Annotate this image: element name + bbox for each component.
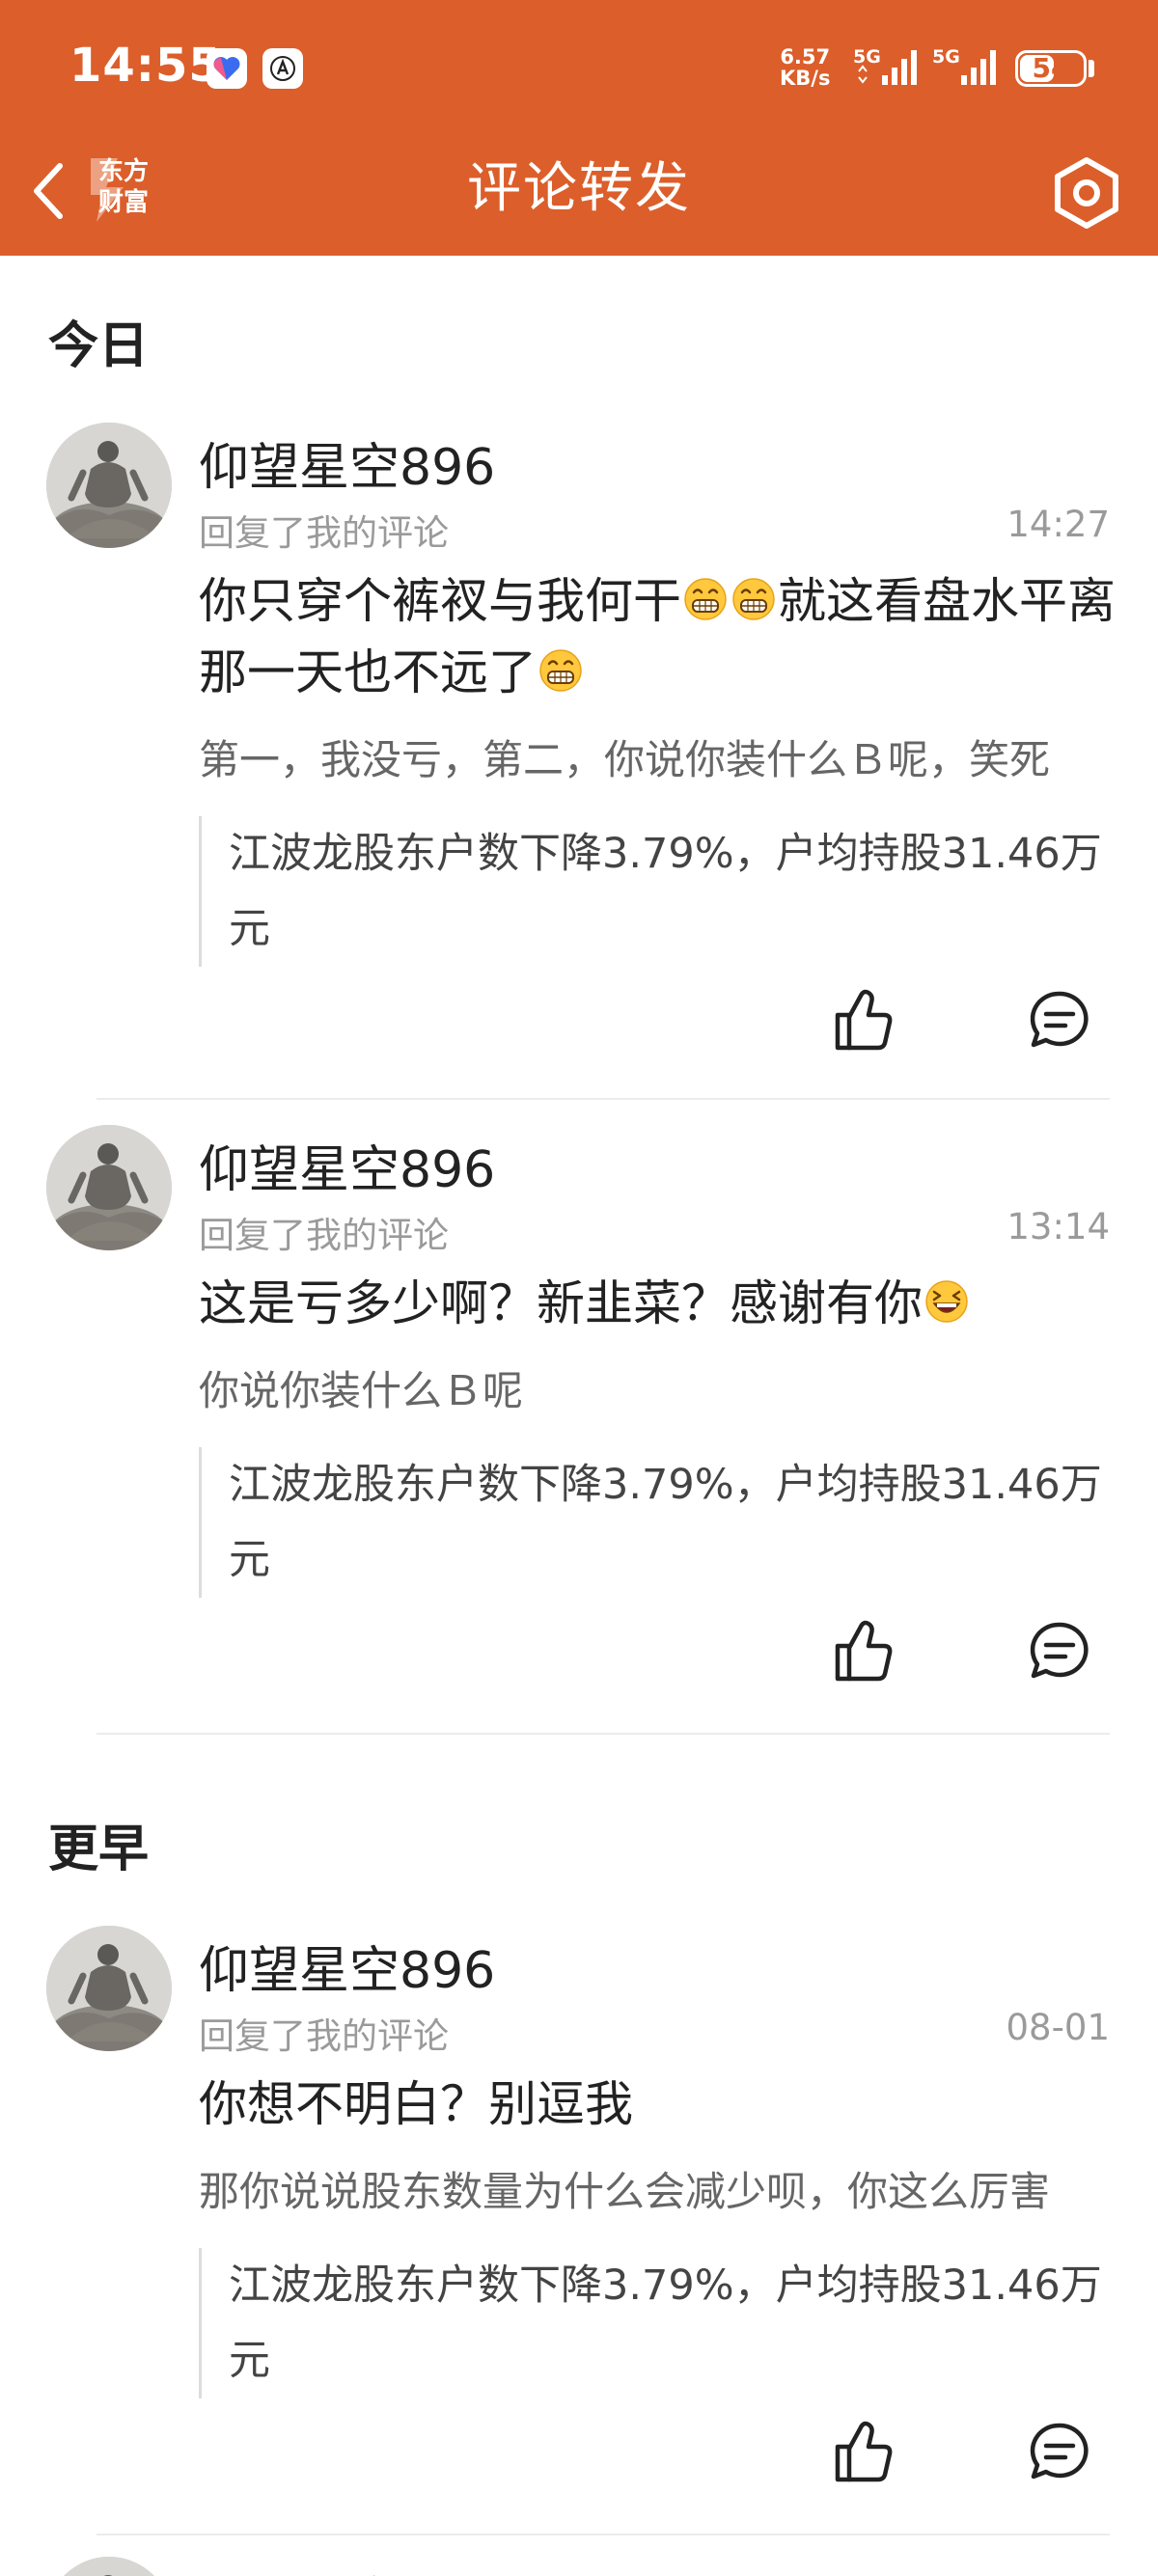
- signal-1-label: 5G: [853, 46, 881, 68]
- comment-icon: [1025, 986, 1094, 1055]
- battery-cap: [1089, 60, 1094, 77]
- reply-button[interactable]: [1025, 986, 1094, 1055]
- laughing-emoji-icon: [924, 1279, 969, 1324]
- battery-icon: 54: [1015, 50, 1087, 87]
- comment-card[interactable]: 仰望星空896 回复了我的评论 08-01 你想不明白？别逗我 那你说说股东数量…: [0, 1926, 1158, 2534]
- avatar[interactable]: [46, 2557, 172, 2576]
- grinning-emoji-icon: [683, 577, 728, 621]
- username[interactable]: 仰望星空896: [199, 1930, 495, 2002]
- signal-icon-1: 5G: [853, 46, 923, 93]
- network-speed: 6.57 KB/s: [780, 46, 830, 89]
- comment-card[interactable]: 仰望星空896: [0, 2557, 1158, 2576]
- username[interactable]: 仰望星空896: [199, 1129, 495, 1201]
- network-speed-value: 6.57: [780, 45, 831, 69]
- like-button[interactable]: [830, 2418, 899, 2487]
- my-comment[interactable]: 你说你装什么Ｂ呢: [199, 1358, 1110, 1417]
- status-bar: 14:55 6.57 KB/s 5G 5G 54: [0, 0, 1158, 135]
- page-title: 评论转发: [467, 157, 691, 220]
- comment-icon: [1025, 1617, 1094, 1686]
- brand-name-line1: 东方: [97, 157, 149, 186]
- signal-icon-2: 5G: [932, 46, 1002, 93]
- my-comment[interactable]: 那你说说股东数量为什么会减少呗，你这么厉害: [199, 2159, 1110, 2218]
- battery-level: 54: [1032, 52, 1070, 84]
- grinning-emoji-icon: [538, 648, 583, 693]
- app-header: 14:55 6.57 KB/s 5G 5G 54 东方 财富 评论转发: [0, 0, 1158, 256]
- comment-card[interactable]: 仰望星空896 回复了我的评论 14:27 你只穿个裤衩与我何干 就这看盘水平离那…: [0, 423, 1158, 1098]
- a-app-icon: [262, 48, 303, 89]
- heart-app-icon: [207, 48, 247, 89]
- quoted-article[interactable]: 江波龙股东户数下降3.79%，户均持股31.46万元: [199, 1447, 1110, 1598]
- like-button[interactable]: [830, 1617, 899, 1686]
- brand-name: 东方 财富: [93, 156, 154, 218]
- reply-text[interactable]: 你只穿个裤衩与我何干 就这看盘水平离那一天也不远了: [199, 565, 1116, 708]
- settings-button[interactable]: [1048, 154, 1125, 232]
- avatar[interactable]: [46, 1125, 172, 1250]
- section-title-today: 今日: [48, 317, 150, 375]
- reply-action: 回复了我的评论: [199, 2015, 449, 2057]
- nav-bar: 东方 财富 评论转发: [0, 135, 1158, 256]
- grinning-emoji-icon: [731, 577, 776, 621]
- reply-text[interactable]: 你想不明白？别逗我: [199, 2069, 1116, 2140]
- network-speed-unit: KB/s: [780, 67, 831, 90]
- thumbs-up-icon: [830, 986, 899, 1055]
- reply-text[interactable]: 这是亏多少啊？新韭菜？感谢有你: [199, 1268, 1116, 1339]
- like-button[interactable]: [830, 986, 899, 1055]
- reply-button[interactable]: [1025, 2418, 1094, 2487]
- reply-action: 回复了我的评论: [199, 512, 449, 554]
- quoted-article[interactable]: 江波龙股东户数下降3.79%，户均持股31.46万元: [199, 2248, 1110, 2398]
- comment-card[interactable]: 仰望星空896 回复了我的评论 13:14 这是亏多少啊？新韭菜？感谢有你 你说…: [0, 1125, 1158, 1733]
- gear-icon: [1055, 157, 1118, 229]
- reply-time: 08-01: [1006, 2007, 1110, 2048]
- divider: [96, 1733, 1110, 1735]
- comment-icon: [1025, 2418, 1094, 2487]
- divider: [96, 2534, 1110, 2535]
- status-time: 14:55: [69, 39, 222, 93]
- quoted-article[interactable]: 江波龙股东户数下降3.79%，户均持股31.46万元: [199, 816, 1110, 967]
- username[interactable]: 仰望星空896: [199, 426, 495, 499]
- section-title-earlier: 更早: [48, 1821, 150, 1878]
- signal-2-label: 5G: [932, 46, 960, 68]
- reply-time: 14:27: [1006, 504, 1110, 545]
- brand-name-line2: 财富: [97, 188, 149, 217]
- reply-button[interactable]: [1025, 1617, 1094, 1686]
- avatar[interactable]: [46, 423, 172, 548]
- divider: [96, 1098, 1110, 1100]
- thumbs-up-icon: [830, 2418, 899, 2487]
- avatar[interactable]: [46, 1926, 172, 2051]
- username[interactable]: 仰望星空896: [199, 2561, 495, 2576]
- back-button[interactable]: [21, 154, 75, 228]
- my-comment[interactable]: 第一，我没亏，第二，你说你装什么Ｂ呢，笑死: [199, 727, 1110, 786]
- reply-text-part: 这是亏多少啊？新韭菜？感谢有你: [199, 1275, 923, 1331]
- reply-time: 13:14: [1006, 1206, 1110, 1247]
- thumbs-up-icon: [830, 1617, 899, 1686]
- reply-action: 回复了我的评论: [199, 1215, 449, 1256]
- reply-text-part: 你只穿个裤衩与我何干: [199, 573, 681, 629]
- chevron-left-icon: [34, 163, 63, 219]
